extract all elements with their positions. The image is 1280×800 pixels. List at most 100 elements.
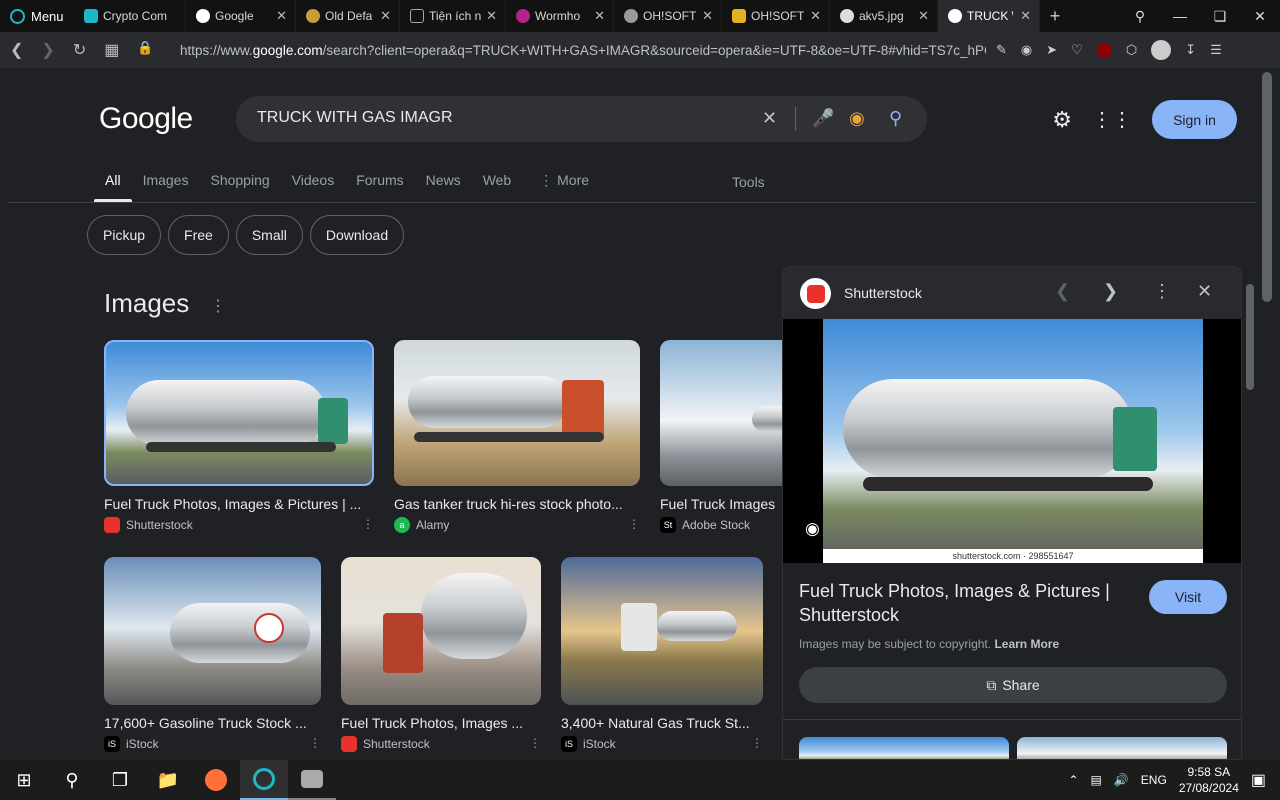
close-window-button[interactable]: ✕ xyxy=(1240,8,1280,25)
more-options-icon[interactable]: ⋮ xyxy=(362,517,374,531)
camera-icon[interactable]: ◉ xyxy=(1021,42,1032,58)
settings-gear-icon[interactable]: ⚙ xyxy=(1052,107,1072,133)
result-source[interactable]: a Alamy ⋮ xyxy=(394,517,640,533)
profile-avatar[interactable] xyxy=(1151,40,1172,60)
browser-tab-active[interactable]: TRUCK W ✕ xyxy=(938,0,1040,32)
previous-image-icon[interactable]: ❮ xyxy=(1055,281,1070,302)
result-caption[interactable]: Gas tanker truck hi-res stock photo... xyxy=(394,496,640,512)
opera-taskbar-icon[interactable] xyxy=(240,760,288,800)
image-result[interactable]: 17,600+ Gasoline Truck Stock ... iS iSto… xyxy=(104,557,321,752)
forward-icon[interactable]: ❯ xyxy=(41,40,54,60)
preview-scrollbar[interactable] xyxy=(1243,268,1257,756)
microphone-icon[interactable]: 🎤 xyxy=(812,108,834,129)
gimp-icon[interactable] xyxy=(288,760,336,800)
language-indicator[interactable]: ENG xyxy=(1141,773,1167,787)
more-options-icon[interactable]: ⋮ xyxy=(751,736,763,750)
chip-small[interactable]: Small xyxy=(235,215,303,255)
image-result[interactable]: 3,400+ Natural Gas Truck St... iS iStock… xyxy=(561,557,763,752)
result-thumbnail[interactable] xyxy=(394,340,640,486)
url-field[interactable]: https://www.google.com/search?client=ope… xyxy=(180,43,986,58)
result-thumbnail[interactable] xyxy=(104,340,374,486)
ublock-icon[interactable] xyxy=(1096,42,1112,58)
browser-tab[interactable]: Tiện ích n ✕ xyxy=(400,0,506,32)
more-options-icon[interactable]: ⋮ xyxy=(529,736,541,750)
tab-images[interactable]: Images xyxy=(132,172,200,202)
search-icon[interactable]: ⚲ xyxy=(48,760,96,800)
image-result[interactable]: Fuel Truck Images St Adobe Stock xyxy=(660,340,800,533)
result-source[interactable]: iS iStock ⋮ xyxy=(561,736,763,752)
sign-in-button[interactable]: Sign in xyxy=(1152,100,1237,139)
google-logo[interactable]: Google xyxy=(99,102,193,136)
speed-dial-icon[interactable]: ▦ xyxy=(104,40,119,60)
browser-tab[interactable]: akv5.jpg ✕ xyxy=(830,0,938,32)
apps-grid-icon[interactable]: ⋮⋮ xyxy=(1092,107,1132,132)
tab-search-icon[interactable]: ⚲ xyxy=(1120,8,1160,25)
learn-more-link[interactable]: Learn More xyxy=(994,637,1059,651)
close-tab-icon[interactable]: ✕ xyxy=(594,8,605,24)
browser-tab[interactable]: Google ✕ xyxy=(186,0,296,32)
image-result[interactable]: Fuel Truck Photos, Images ... Shuttersto… xyxy=(341,557,541,752)
google-lens-icon[interactable]: ◉ xyxy=(805,519,820,539)
preview-image[interactable]: shutterstock.com · 298551647 xyxy=(823,319,1203,563)
browser-tab[interactable]: Wormho ✕ xyxy=(506,0,614,32)
tab-all[interactable]: All xyxy=(94,172,132,202)
tab-forums[interactable]: Forums xyxy=(345,172,414,202)
result-source[interactable]: Shutterstock ⋮ xyxy=(104,517,374,533)
tab-more[interactable]: ⋮ More xyxy=(522,172,600,202)
related-image-thumbnail[interactable] xyxy=(799,737,1009,759)
browser-tab[interactable]: Old Defa ✕ xyxy=(296,0,400,32)
show-hidden-icons-icon[interactable]: ⌃ xyxy=(1068,773,1078,787)
preview-source-name[interactable]: Shutterstock xyxy=(844,285,922,301)
tab-shopping[interactable]: Shopping xyxy=(199,172,280,202)
result-caption[interactable]: 3,400+ Natural Gas Truck St... xyxy=(561,715,763,731)
notifications-icon[interactable]: ▣ xyxy=(1251,770,1266,790)
result-caption[interactable]: Fuel Truck Images xyxy=(660,496,782,512)
back-icon[interactable]: ❮ xyxy=(10,40,23,60)
browser-tab[interactable]: OH!SOFT ✕ xyxy=(614,0,722,32)
more-options-icon[interactable]: ⋮ xyxy=(1153,281,1171,302)
search-icon[interactable]: ⚲ xyxy=(889,108,902,129)
browser-tab[interactable]: Crypto Com xyxy=(74,0,186,32)
chip-download[interactable]: Download xyxy=(309,215,405,255)
clear-search-icon[interactable]: ✕ xyxy=(762,108,777,129)
new-tab-button[interactable]: + xyxy=(1040,6,1070,27)
section-menu-icon[interactable]: ⋮ xyxy=(210,296,226,316)
tab-web[interactable]: Web xyxy=(472,172,523,202)
related-image-thumbnail[interactable] xyxy=(1017,737,1227,759)
search-input[interactable]: TRUCK WITH GAS IMAGR xyxy=(257,109,453,127)
search-box[interactable]: TRUCK WITH GAS IMAGR ✕ 🎤 ◉ ⚲ xyxy=(236,96,927,142)
result-caption[interactable]: Fuel Truck Photos, Images ... xyxy=(341,715,541,731)
opera-menu-button[interactable]: Menu xyxy=(0,8,74,24)
share-button[interactable]: ⧉ Share xyxy=(799,667,1227,703)
cube-icon[interactable]: ⬡ xyxy=(1126,42,1137,58)
google-lens-icon[interactable]: ◉ xyxy=(849,108,865,129)
result-thumbnail[interactable] xyxy=(341,557,541,705)
close-tab-icon[interactable]: ✕ xyxy=(276,8,287,24)
tab-videos[interactable]: Videos xyxy=(281,172,346,202)
edit-icon[interactable]: ✎ xyxy=(996,42,1007,58)
download-icon[interactable]: ↧ xyxy=(1185,42,1196,58)
scrollbar-thumb[interactable] xyxy=(1262,72,1272,302)
maximize-button[interactable]: ❏ xyxy=(1200,8,1240,25)
close-tab-icon[interactable]: ✕ xyxy=(810,8,821,24)
send-icon[interactable]: ➤ xyxy=(1046,42,1057,58)
tools-button[interactable]: Tools xyxy=(732,174,765,190)
result-thumbnail[interactable] xyxy=(104,557,321,705)
tab-news[interactable]: News xyxy=(415,172,472,202)
volume-icon[interactable]: 🔊 xyxy=(1114,773,1129,787)
close-tab-icon[interactable]: ✕ xyxy=(1020,8,1031,24)
result-source[interactable]: iS iStock ⋮ xyxy=(104,736,321,752)
close-tab-icon[interactable]: ✕ xyxy=(486,8,497,24)
firefox-icon[interactable] xyxy=(192,760,240,800)
heart-icon[interactable]: ♡ xyxy=(1071,42,1083,58)
task-view-icon[interactable]: ❐ xyxy=(96,760,144,800)
close-tab-icon[interactable]: ✕ xyxy=(918,8,929,24)
page-scrollbar[interactable] xyxy=(1256,68,1280,760)
chip-pickup[interactable]: Pickup xyxy=(87,215,162,255)
result-thumbnail[interactable] xyxy=(660,340,800,486)
visit-button[interactable]: Visit xyxy=(1149,580,1227,614)
more-options-icon[interactable]: ⋮ xyxy=(309,736,321,750)
minimize-button[interactable]: — xyxy=(1160,8,1200,24)
chip-free[interactable]: Free xyxy=(168,215,229,255)
preview-title[interactable]: Fuel Truck Photos, Images & Pictures | S… xyxy=(799,579,1129,627)
